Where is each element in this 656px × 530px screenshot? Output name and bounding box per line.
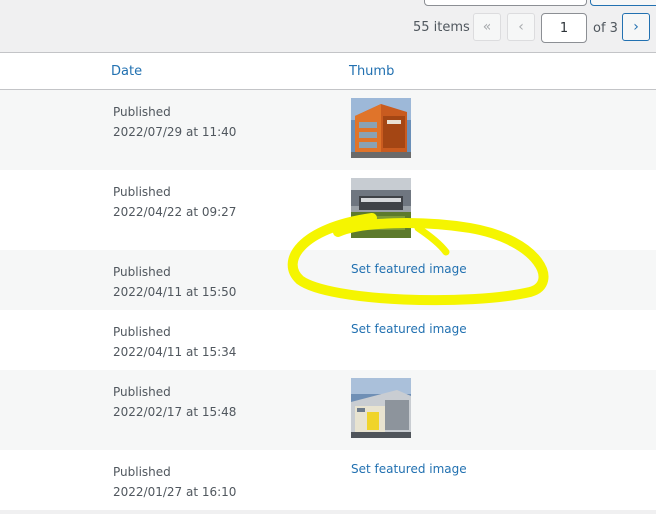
set-featured-image-link[interactable]: Set featured image bbox=[351, 262, 467, 276]
set-featured-image-link[interactable]: Set featured image bbox=[351, 462, 467, 476]
total-pages-label: of 3 bbox=[593, 21, 618, 36]
date-value: 2022/04/11 at 15:50 bbox=[113, 285, 237, 299]
apply-button[interactable] bbox=[590, 0, 656, 6]
featured-image-thumbnail[interactable] bbox=[351, 378, 411, 438]
date-cell: Published 2022/04/11 at 15:50 bbox=[113, 262, 236, 302]
column-header-thumb[interactable]: Thumb bbox=[349, 64, 394, 79]
featured-image-thumbnail[interactable] bbox=[351, 178, 411, 238]
date-value: 2022/07/29 at 11:40 bbox=[113, 125, 237, 139]
next-page-button[interactable]: › bbox=[622, 13, 650, 41]
table-row: Published 2022/07/29 at 11:40 bbox=[0, 90, 656, 170]
status-label: Published bbox=[113, 265, 171, 279]
table-header: Date Thumb bbox=[0, 53, 656, 90]
posts-table: Date Thumb Published 2022/07/29 at 11:40 bbox=[0, 53, 656, 530]
status-label: Published bbox=[113, 105, 171, 119]
tablenav-top: 55 items « ‹ of 3 › bbox=[0, 0, 656, 53]
status-label: Published bbox=[113, 465, 171, 479]
column-header-date[interactable]: Date bbox=[111, 64, 142, 79]
status-label: Published bbox=[113, 385, 171, 399]
table-bottom-edge bbox=[0, 510, 656, 514]
current-page-input[interactable] bbox=[541, 13, 587, 43]
featured-image-thumbnail[interactable] bbox=[351, 98, 411, 158]
date-value: 2022/04/11 at 15:34 bbox=[113, 345, 237, 359]
status-label: Published bbox=[113, 325, 171, 339]
bulk-actions-select[interactable] bbox=[424, 0, 587, 6]
table-row: Published 2022/04/11 at 15:50 Set featur… bbox=[0, 250, 656, 310]
date-cell: Published 2022/07/29 at 11:40 bbox=[113, 102, 236, 142]
first-page-button[interactable]: « bbox=[473, 13, 501, 41]
status-label: Published bbox=[113, 185, 171, 199]
table-row: Published 2022/04/22 at 09:27 bbox=[0, 170, 656, 250]
table-row: Published 2022/02/17 at 15:48 bbox=[0, 370, 656, 450]
date-cell: Published 2022/01/27 at 16:10 bbox=[113, 462, 236, 502]
set-featured-image-link[interactable]: Set featured image bbox=[351, 322, 467, 336]
items-count: 55 items bbox=[413, 20, 470, 35]
table-row: Published 2022/04/11 at 15:34 Set featur… bbox=[0, 310, 656, 370]
date-value: 2022/04/22 at 09:27 bbox=[113, 205, 237, 219]
date-cell: Published 2022/04/22 at 09:27 bbox=[113, 182, 236, 222]
table-row: Published 2022/01/27 at 16:10 Set featur… bbox=[0, 450, 656, 530]
date-cell: Published 2022/02/17 at 15:48 bbox=[113, 382, 236, 422]
date-cell: Published 2022/04/11 at 15:34 bbox=[113, 322, 236, 362]
date-value: 2022/01/27 at 16:10 bbox=[113, 485, 237, 499]
previous-page-button[interactable]: ‹ bbox=[507, 13, 535, 41]
date-value: 2022/02/17 at 15:48 bbox=[113, 405, 237, 419]
